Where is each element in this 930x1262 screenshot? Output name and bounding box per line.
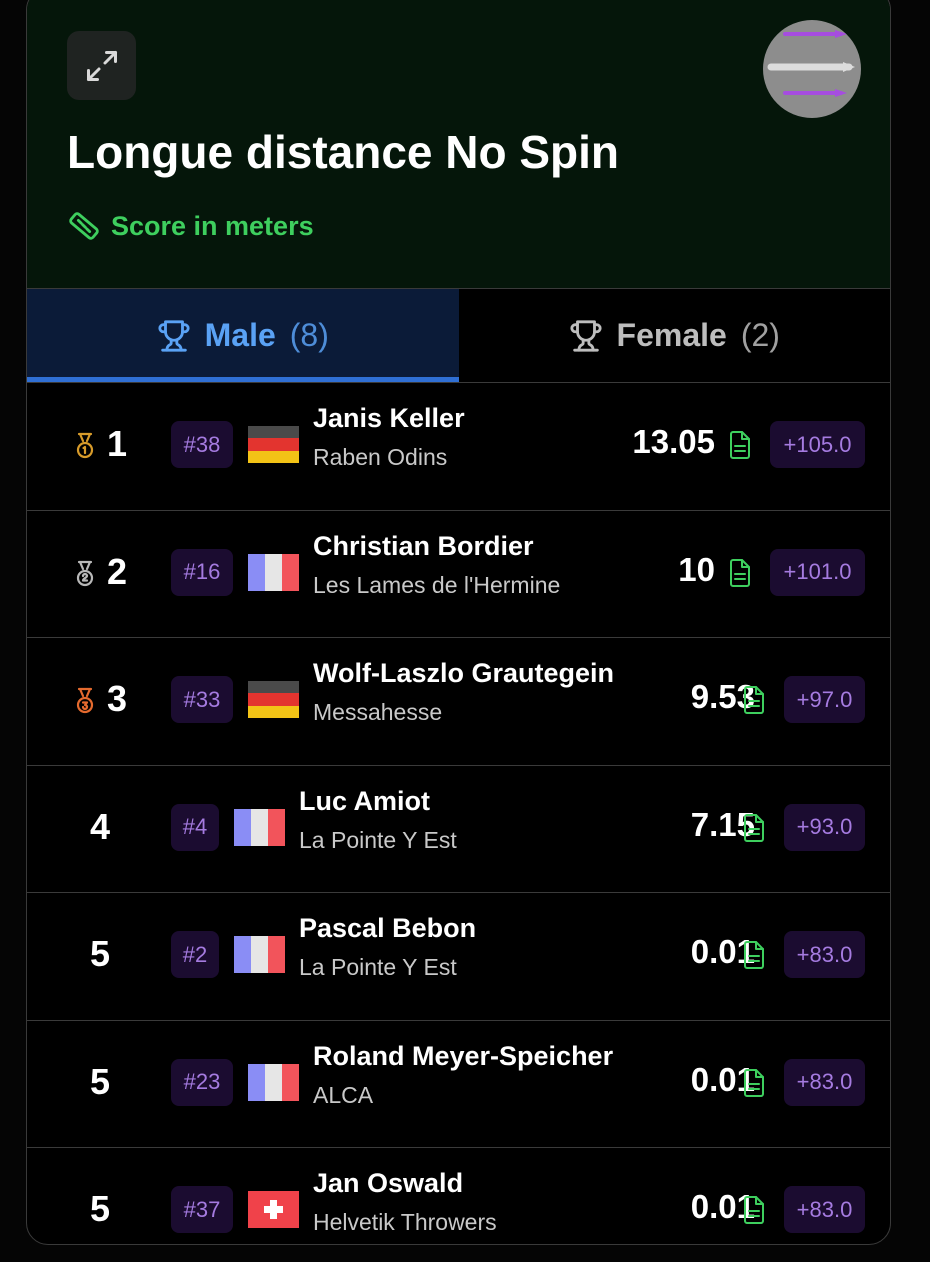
bib-badge: #2 [171,931,219,978]
points-badge: +93.0 [784,803,865,851]
flag-france-icon [248,553,299,591]
discipline-header: Longue distance No Spin Score in meters [27,0,890,289]
document-icon[interactable] [728,558,752,588]
bib-badge: #16 [171,548,233,596]
document-icon[interactable] [742,685,766,715]
athlete-name: Luc Amiot [299,785,430,816]
rank: 5 [90,1188,111,1229]
page-title: Longue distance No Spin [67,126,620,178]
document-icon[interactable] [742,940,766,970]
athlete-name: Jan Oswald [313,1168,464,1198]
rank: 2 [107,550,128,592]
athlete-club: Raben Odins [313,444,448,470]
rank: 3 [107,678,128,719]
rank: 5 [90,933,111,974]
athlete-name: Janis Keller [313,403,465,433]
medal-icon [76,432,94,459]
athlete-name: Christian Bordier [313,530,534,561]
tab-male[interactable]: Male (8) [27,289,459,382]
bib-badge: #38 [171,421,233,468]
points-badge: +83.0 [784,931,865,978]
expand-button[interactable] [67,31,136,100]
trophy-icon [158,319,190,352]
flag-france-icon [234,936,285,973]
table-row[interactable]: 1 #38 Janis Keller Raben Odins 13.05 +10… [27,383,890,511]
gender-tabs: Male (8) Female (2) [27,289,890,383]
ranking-list: 1 #38 Janis Keller Raben Odins 13.05 +10… [27,383,890,1244]
athlete-name: Pascal Bebon [299,913,477,943]
flag-switzerland-icon [248,1191,299,1228]
table-row[interactable]: 2 #16 Christian Bordier Les Lames de l'H… [27,511,890,638]
ruler-icon [69,212,99,240]
table-row[interactable]: 3 #33 Wolf-Laszlo Grautegein Messahesse … [27,638,890,766]
athlete-club: Messahesse [313,699,443,725]
rank: 5 [90,1060,111,1102]
medal-icon [76,687,94,714]
table-row[interactable]: 5 #2 Pascal Bebon La Pointe Y Est 0.01 +… [27,893,890,1021]
flag-france-icon [248,1063,299,1101]
trophy-icon [569,319,602,352]
tab-male-label: Male [204,317,276,353]
athlete-club: Les Lames de l'Hermine [313,571,561,598]
document-icon[interactable] [742,1068,766,1098]
bib-badge: #37 [171,1186,233,1233]
medal-icon [76,560,94,586]
points-badge: +83.0 [784,1186,865,1233]
tab-female-label: Female [616,317,727,353]
flag-france-icon [234,808,285,846]
tab-male-count: (8) [289,317,329,353]
tab-female[interactable]: Female (2) [459,289,891,382]
athlete-club: Helvetik Throwers [313,1209,497,1235]
rank: 4 [90,805,111,847]
score-value: 13.05 [632,423,715,460]
points-badge: +105.0 [770,421,865,468]
discipline-logo [763,20,861,118]
bib-badge: #4 [171,803,219,851]
rank: 1 [107,423,128,464]
flag-germany-icon [248,681,299,718]
document-icon[interactable] [742,1195,766,1225]
points-badge: +83.0 [784,1058,865,1106]
points-badge: +101.0 [770,548,865,596]
bib-badge: #33 [171,676,233,723]
athlete-club: ALCA [313,1081,374,1108]
document-icon[interactable] [742,813,766,843]
ranking-card: Longue distance No Spin Score in meters … [26,0,891,1245]
athlete-name: Roland Meyer-Speicher [313,1040,614,1071]
table-row[interactable]: 5 #37 Jan Oswald Helvetik Throwers 0.01 … [27,1148,890,1244]
table-row[interactable]: 4 #4 Luc Amiot La Pointe Y Est 7.15 +93.… [27,766,890,893]
athlete-club: La Pointe Y Est [299,954,457,980]
athlete-club: La Pointe Y Est [299,826,457,853]
flag-germany-icon [248,426,299,463]
score-unit: Score in meters [67,209,314,243]
athlete-name: Wolf-Laszlo Grautegein [313,658,615,688]
expand-icon [86,50,117,81]
tab-female-count: (2) [740,317,780,353]
subtitle-text: Score in meters [111,210,314,241]
document-icon[interactable] [728,430,752,460]
score-value: 10 [678,550,715,588]
points-badge: +97.0 [784,676,865,723]
bib-badge: #23 [171,1058,233,1106]
table-row[interactable]: 5 #23 Roland Meyer-Speicher ALCA 0.01 +8… [27,1021,890,1148]
